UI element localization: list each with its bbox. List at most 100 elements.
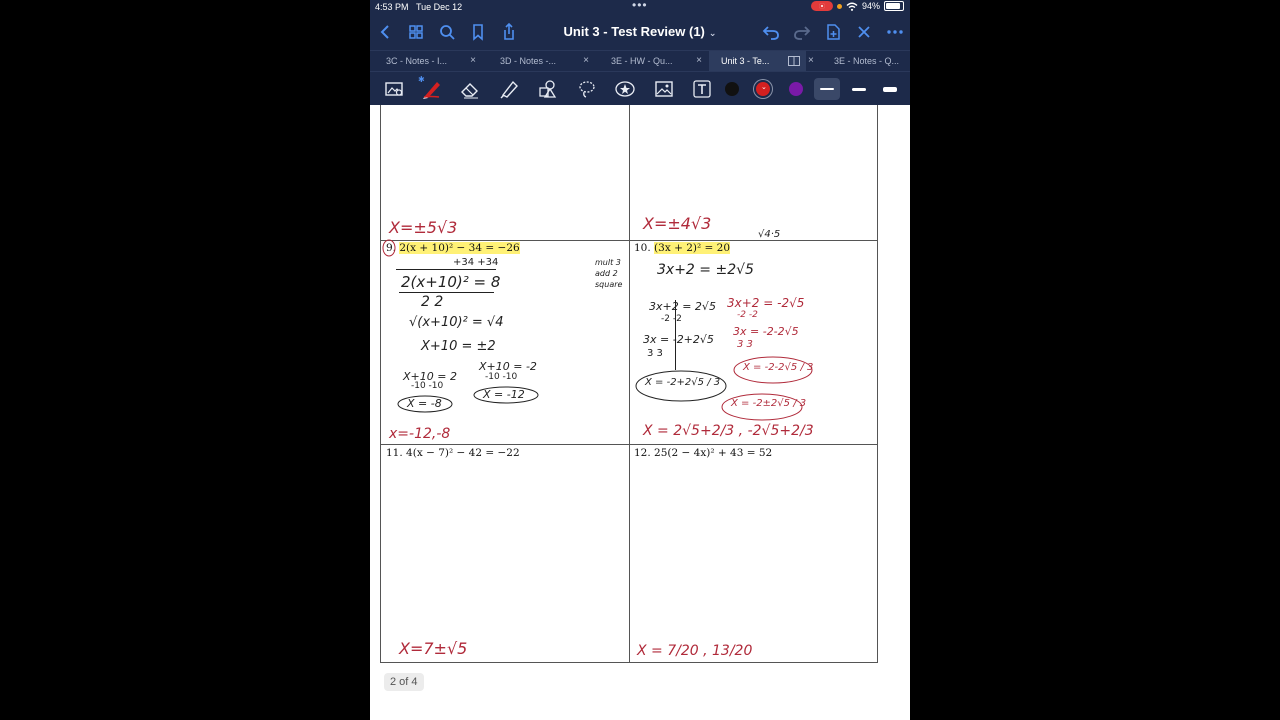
tab-unit3-test-active[interactable]: Unit 3 - Te...	[709, 51, 806, 72]
tab-3e-notes[interactable]: × 3E - Notes - Q...	[806, 51, 910, 72]
tab-label: 3C - Notes - I...	[386, 56, 448, 66]
problem-12: 12. 25(2 − 4x)² + 43 = 52	[634, 447, 772, 459]
status-date: Tue Dec 12	[416, 2, 463, 12]
answer-top-left: X=±5√3	[389, 218, 458, 237]
page-indicator: 2 of 4	[384, 673, 424, 691]
redo-icon[interactable]	[793, 23, 811, 41]
p9-work-line7b: -10 -10	[485, 372, 518, 382]
battery-percent: 94%	[861, 1, 880, 11]
add-page-icon[interactable]	[824, 23, 842, 41]
p9-work-line4: √(x+10)² = √4	[409, 315, 504, 330]
status-right: 94%	[810, 1, 904, 11]
tab-3d-notes[interactable]: 3D - Notes -... ×	[483, 51, 593, 72]
p9-work-line5: X+10 = ±2	[421, 339, 496, 354]
p9-work-line3: 2 2	[421, 294, 444, 310]
text-icon[interactable]	[692, 79, 712, 99]
status-bar: 4:53 PM Tue Dec 12 ••• 94%	[370, 0, 910, 14]
line-thick-button[interactable]	[877, 78, 903, 100]
problem-11-equation: 4(x − 7)² − 42 = −22	[406, 447, 520, 459]
p9-work-line7a: -10 -10	[411, 381, 444, 391]
shapes-icon[interactable]	[538, 79, 558, 99]
problem-12-equation: 25(2 − 4x)² + 43 = 52	[654, 447, 773, 459]
bluetooth-pencil-icon: ✱	[418, 75, 425, 84]
undo-icon[interactable]	[762, 23, 780, 41]
split-view-icon[interactable]	[788, 56, 800, 66]
color-black-swatch[interactable]	[725, 82, 739, 96]
problem-11-answer: X=7±√5	[399, 639, 468, 658]
sticker-star-icon[interactable]	[615, 79, 635, 99]
problem-10-equation: (3x + 2)² = 20	[654, 242, 731, 254]
chevron-down-icon: ⌄	[708, 28, 717, 38]
status-time: 4:53 PM	[375, 2, 409, 12]
problem-10-answer: X = 2√5+2/3 , -2√5+2/3	[643, 423, 814, 439]
p10-work-line4b: 3x = -2-2√5	[733, 325, 799, 338]
p10-work-line4a: 3x = -2+2√5	[643, 333, 714, 346]
search-icon[interactable]	[438, 23, 456, 41]
share-icon[interactable]	[500, 23, 518, 41]
tab-close-icon[interactable]: ×	[808, 51, 814, 71]
lasso-icon[interactable]	[577, 79, 597, 99]
problem-10-number: 10.	[634, 242, 651, 254]
p9-work-line8a: X = -8	[407, 397, 442, 410]
p10-work-line2a: 3x+2 = 2√5	[649, 300, 716, 313]
problem-10: 10. (3x + 2)² = 20	[634, 242, 731, 254]
tab-close-icon[interactable]: ×	[696, 51, 702, 71]
document-title-dropdown[interactable]: Unit 3 - Test Review (1) ⌄	[530, 24, 750, 39]
p10-work-line5a: 3 3	[647, 348, 663, 359]
tab-label: Unit 3 - Te...	[721, 56, 770, 66]
tab-label: 3E - HW - Qu...	[611, 56, 673, 66]
ipad-screen: 4:53 PM Tue Dec 12 ••• 94% Unit 3 - Test…	[370, 0, 910, 720]
p10-work-line7: X = -2±2√5 / 3	[731, 398, 807, 409]
tab-label: 3E - Notes - Q...	[834, 56, 900, 66]
problem-9-circle-mark	[382, 239, 396, 257]
problem-11: 11. 4(x − 7)² − 42 = −22	[386, 447, 520, 459]
multitask-dots-icon[interactable]: •••	[632, 0, 648, 12]
tab-close-icon[interactable]: ×	[583, 51, 589, 71]
problem-12-number: 12.	[634, 447, 651, 459]
column-divider	[629, 105, 630, 662]
p10-work-line3b: -2 -2	[737, 310, 758, 320]
line-medium-button[interactable]	[846, 78, 872, 100]
battery-icon	[884, 1, 904, 11]
p10-work-line6b: X = -2-2√5 / 3	[743, 362, 814, 373]
problem-9: 9. 2(x + 10)² − 34 = −26	[386, 242, 520, 254]
bookmark-icon[interactable]	[469, 23, 487, 41]
annotation-toolbar: ✱ ⌄	[370, 71, 910, 106]
problem-9-equation: 2(x + 10)² − 34 = −26	[399, 242, 520, 254]
tab-bar: 3C - Notes - I... × 3D - Notes -... × 3E -…	[370, 50, 910, 72]
highlighter-icon[interactable]	[499, 79, 519, 99]
tab-3e-hw[interactable]: 3E - HW - Qu... ×	[596, 51, 706, 72]
close-edit-icon[interactable]	[855, 23, 873, 41]
problem-11-number: 11.	[386, 447, 403, 459]
color-purple-swatch[interactable]	[789, 82, 803, 96]
screen-record-icon	[810, 1, 833, 11]
line-thin-button-selected[interactable]	[814, 78, 840, 100]
tab-3c-notes[interactable]: 3C - Notes - I... ×	[370, 51, 480, 72]
wifi-icon	[846, 2, 858, 11]
pen-icon[interactable]	[422, 79, 442, 99]
thumbnails-grid-icon[interactable]	[407, 23, 425, 41]
answer-top-right: X=±4√3	[643, 214, 712, 233]
mic-indicator-icon	[836, 3, 842, 9]
image-icon[interactable]	[654, 79, 674, 99]
p10-sqrt-note: √4·5	[758, 229, 781, 240]
p10-work-line6a: X = -2+2√5 / 3	[645, 377, 721, 388]
p9-work-line1: +34 +34	[453, 257, 499, 268]
audio-visual-icon[interactable]	[384, 79, 404, 99]
p9-underline	[396, 269, 496, 270]
worksheet-grid: X=±5√3 X=±4√3 9. 2(x + 10)² − 34 = −26 +…	[380, 105, 878, 663]
p10-side-note: mult 3 add 2 square	[595, 258, 623, 289]
document-title: Unit 3 - Test Review (1)	[563, 24, 705, 39]
back-chevron-icon[interactable]	[377, 23, 395, 41]
more-options-icon[interactable]	[886, 23, 904, 41]
p9-work-line8b: X = -12	[483, 388, 525, 401]
tab-label: 3D - Notes -...	[500, 56, 557, 66]
p10-work-line1: 3x+2 = ±2√5	[657, 262, 754, 278]
problem-12-answer: X = 7/20 , 13/20	[637, 643, 753, 659]
selected-check-icon: ⌄	[761, 84, 767, 91]
p9-work-line2: 2(x+10)² = 8	[401, 273, 501, 291]
document-page[interactable]: X=±5√3 X=±4√3 9. 2(x + 10)² − 34 = −26 +…	[370, 105, 910, 720]
p10-work-line3a: -2 -2	[661, 314, 682, 324]
eraser-icon[interactable]	[460, 79, 480, 99]
tab-close-icon[interactable]: ×	[470, 51, 476, 71]
